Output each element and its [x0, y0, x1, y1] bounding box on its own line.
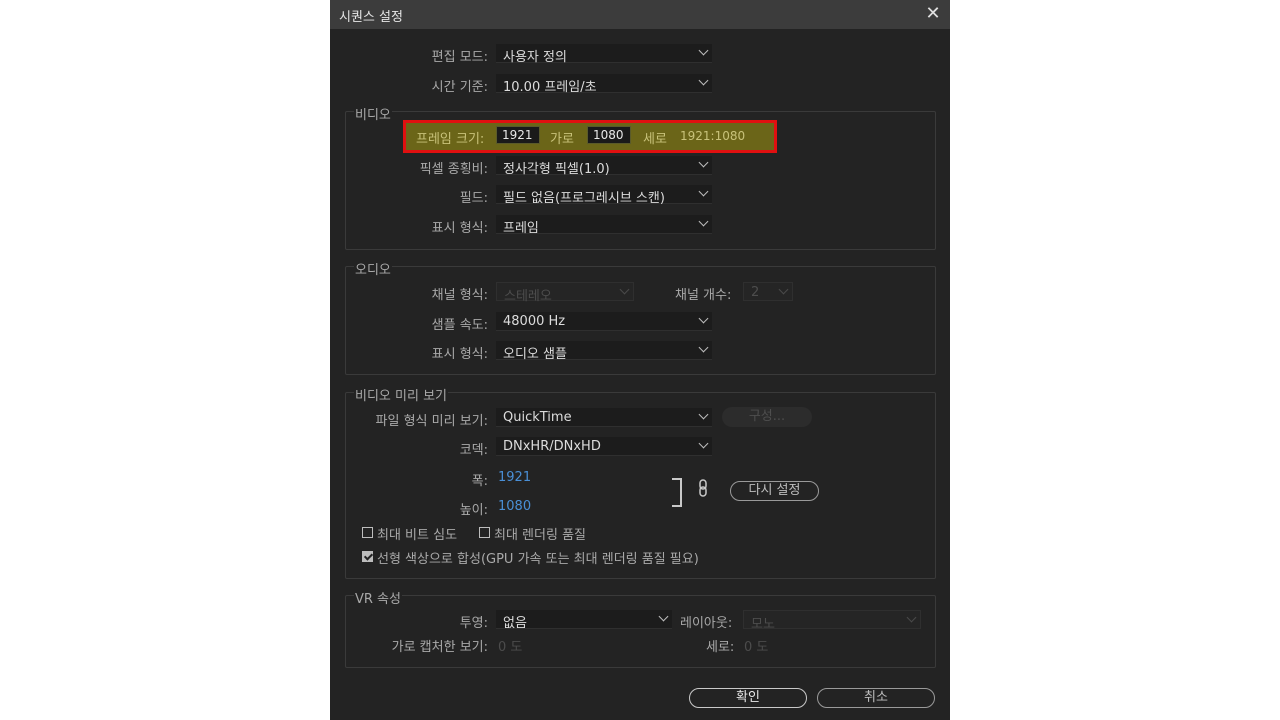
h-captured-value: 0 도	[498, 640, 523, 655]
chevron-down-icon	[698, 75, 709, 86]
cancel-button[interactable]: 취소	[817, 688, 935, 708]
sample-rate-label: 샘플 속도:	[431, 318, 488, 333]
audio-display-format-dropdown[interactable]: 오디오 샘플	[496, 341, 712, 362]
layout-label: 레이아웃:	[680, 616, 733, 631]
dialog-title: 시퀀스 설정	[339, 10, 403, 25]
codec-dropdown[interactable]: DNxHR/DNxHD	[496, 437, 712, 456]
chevron-down-icon	[698, 409, 709, 420]
audio-display-format-value: 오디오 샘플	[503, 347, 567, 362]
chevron-down-icon	[698, 186, 709, 197]
audio-display-format-label: 표시 형식:	[431, 347, 488, 362]
linear-color-checkbox[interactable]	[362, 551, 373, 562]
preview-width-label: 폭:	[471, 474, 488, 489]
title-bar: 시퀀스 설정 ✕	[330, 0, 950, 29]
channel-count-value: 2	[751, 285, 760, 300]
frame-ratio: 1921:1080	[680, 129, 746, 143]
linear-color-label: 선형 색상으로 합성(GPU 가속 또는 최대 렌더링 품질 필요)	[377, 552, 699, 567]
reset-button[interactable]: 다시 설정	[730, 481, 819, 501]
layout-value: 모노	[751, 617, 775, 632]
channel-count-label: 채널 개수:	[675, 288, 732, 303]
frame-height-input[interactable]: 1080	[587, 126, 631, 144]
chevron-down-icon	[698, 45, 709, 56]
chevron-down-icon	[906, 612, 917, 623]
vr-group-title: VR 속성	[354, 588, 402, 607]
chevron-down-icon	[698, 157, 709, 168]
projection-label: 투영:	[459, 616, 488, 631]
link-bracket	[672, 478, 682, 507]
preview-height-value[interactable]: 1080	[498, 499, 531, 514]
preview-format-label: 파일 형식 미리 보기:	[375, 414, 488, 429]
close-icon[interactable]: ✕	[922, 3, 944, 25]
pixel-aspect-value: 정사각형 픽셀(1.0)	[503, 162, 610, 177]
max-render-quality-label: 최대 렌더링 품질	[494, 528, 586, 543]
max-render-quality-checkbox[interactable]	[479, 527, 490, 538]
fields-value: 필드 없음(프로그레시브 스캔)	[503, 191, 665, 206]
preview-height-label: 높이:	[459, 503, 488, 518]
timebase-value: 10.00 프레임/초	[503, 80, 597, 95]
channel-format-dropdown: 스테레오	[496, 282, 634, 304]
preview-format-value: QuickTime	[503, 410, 572, 425]
frame-height-value: 1080	[593, 128, 624, 142]
codec-label: 코덱:	[459, 443, 488, 458]
chevron-down-icon	[619, 284, 630, 295]
channel-count-dropdown: 2	[743, 282, 793, 301]
channel-format-label: 채널 형식:	[431, 288, 488, 303]
frame-size-label: 프레임 크기:	[416, 132, 485, 147]
timebase-dropdown[interactable]: 10.00 프레임/초	[496, 74, 712, 95]
sequence-settings-dialog: 시퀀스 설정 ✕ 편집 모드: 사용자 정의 시간 기준: 10.00 프레임/…	[330, 0, 950, 720]
frame-width-input[interactable]: 1921	[496, 126, 540, 144]
audio-group-title: 오디오	[354, 259, 392, 278]
pixel-aspect-dropdown[interactable]: 정사각형 픽셀(1.0)	[496, 156, 712, 177]
video-display-format-dropdown[interactable]: 프레임	[496, 215, 712, 236]
video-display-format-label: 표시 형식:	[431, 221, 488, 236]
sample-rate-value: 48000 Hz	[503, 314, 566, 329]
vertical-value: 0 도	[744, 640, 769, 655]
fields-dropdown[interactable]: 필드 없음(프로그레시브 스캔)	[496, 185, 712, 206]
max-bit-depth-checkbox[interactable]	[362, 527, 373, 538]
video-group-title: 비디오	[354, 104, 392, 123]
chain-link-icon[interactable]	[698, 479, 708, 497]
edit-mode-label: 편집 모드:	[431, 50, 488, 65]
preview-width-value[interactable]: 1921	[498, 470, 531, 485]
chevron-down-icon	[698, 313, 709, 324]
ok-button[interactable]: 확인	[689, 688, 807, 708]
frame-width-value: 1921	[502, 128, 533, 142]
configure-button: 구성...	[722, 407, 812, 427]
chevron-down-icon	[698, 438, 709, 449]
h-captured-label: 가로 캡처한 보기:	[391, 640, 488, 655]
preview-format-dropdown[interactable]: QuickTime	[496, 408, 712, 427]
sample-rate-dropdown[interactable]: 48000 Hz	[496, 312, 712, 331]
chevron-down-icon	[778, 284, 789, 295]
projection-value: 없음	[503, 616, 527, 631]
codec-value: DNxHR/DNxHD	[503, 439, 601, 454]
timebase-label: 시간 기준:	[431, 80, 488, 95]
edit-mode-dropdown[interactable]: 사용자 정의	[496, 44, 712, 65]
vr-group	[345, 595, 936, 668]
chevron-down-icon	[658, 611, 669, 622]
projection-dropdown[interactable]: 없음	[496, 610, 672, 631]
pixel-aspect-label: 픽셀 종횡비:	[419, 162, 488, 177]
chevron-down-icon	[698, 342, 709, 353]
frame-width-unit: 가로	[550, 132, 574, 147]
layout-dropdown: 모노	[743, 610, 921, 632]
fields-label: 필드:	[459, 191, 488, 206]
max-bit-depth-label: 최대 비트 심도	[377, 528, 458, 543]
edit-mode-value: 사용자 정의	[503, 50, 567, 65]
channel-format-value: 스테레오	[504, 289, 552, 304]
vertical-label: 세로:	[706, 640, 735, 655]
video-display-format-value: 프레임	[503, 221, 539, 236]
chevron-down-icon	[698, 216, 709, 227]
frame-height-unit: 세로	[643, 132, 667, 147]
video-preview-group-title: 비디오 미리 보기	[354, 385, 448, 404]
